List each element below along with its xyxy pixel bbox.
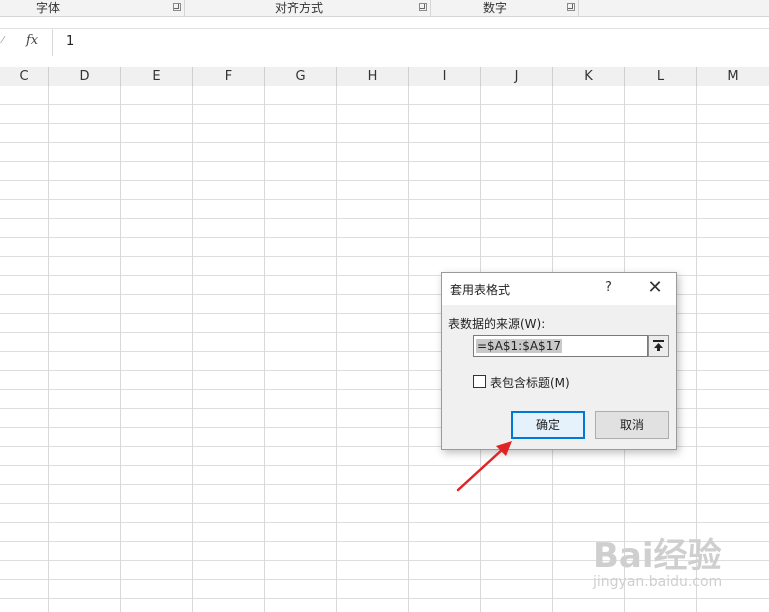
column-header-row: C D E F G H I J K L M — [0, 67, 769, 87]
format-as-table-dialog: 套用表格式 ? ✕ 表数据的来源(W): =$A$1:$A$17 表包含标题(M… — [441, 272, 677, 450]
column-header[interactable]: J — [481, 67, 553, 86]
column-header[interactable]: D — [49, 67, 121, 86]
column-header[interactable]: K — [553, 67, 625, 86]
range-select-icon — [653, 340, 664, 351]
watermark-logo: Bai经验 — [593, 536, 722, 576]
help-icon[interactable]: ? — [605, 280, 612, 295]
has-headers-checkbox[interactable] — [473, 375, 486, 388]
ribbon-group-alignment: 对齐方式 — [185, 0, 431, 16]
insert-function-icon[interactable]: fx — [26, 33, 38, 48]
dialog-launcher-icon[interactable] — [419, 3, 427, 11]
cancel-button[interactable]: 取消 — [595, 411, 669, 439]
column-header[interactable]: E — [121, 67, 193, 86]
ribbon-group-number: 数字 — [431, 0, 579, 16]
formula-bar-handle-icon[interactable]: ⁄ — [2, 35, 4, 46]
watermark-url: jingyan.baidu.com — [593, 574, 723, 590]
column-header[interactable]: H — [337, 67, 409, 86]
ribbon-group-label: 数字 — [483, 1, 508, 15]
column-header[interactable]: M — [697, 67, 769, 86]
dialog-launcher-icon[interactable] — [567, 3, 575, 11]
arrow-shaft — [456, 446, 506, 492]
annotation-arrow-icon — [456, 441, 512, 492]
ribbon-group-strip: 字体 对齐方式 数字 — [0, 0, 769, 17]
close-icon[interactable]: ✕ — [644, 277, 666, 299]
collapse-dialog-button[interactable] — [648, 335, 669, 357]
watermark: Bai经验 jingyan.baidu.com — [585, 528, 769, 612]
source-range-label: 表数据的来源(W): — [448, 317, 546, 331]
source-range-input[interactable]: =$A$1:$A$17 — [473, 335, 648, 357]
column-header[interactable]: L — [625, 67, 697, 86]
has-headers-label[interactable]: 表包含标题(M) — [490, 374, 570, 391]
column-header[interactable]: C — [0, 67, 49, 86]
dialog-launcher-icon[interactable] — [173, 3, 181, 11]
ribbon-group-label: 对齐方式 — [275, 1, 324, 15]
formula-input[interactable]: 1 — [66, 34, 74, 49]
dialog-titlebar[interactable]: 套用表格式 ? ✕ — [442, 273, 676, 305]
column-header[interactable]: G — [265, 67, 337, 86]
source-range-value: =$A$1:$A$17 — [476, 339, 562, 353]
formula-bar-buttons: ⁄ fx — [0, 29, 53, 56]
column-header[interactable]: F — [193, 67, 265, 86]
dialog-title: 套用表格式 — [450, 283, 511, 297]
ribbon-group-font: 字体 — [0, 0, 185, 16]
column-header[interactable]: I — [409, 67, 481, 86]
ribbon-group-label: 字体 — [36, 1, 61, 15]
formula-bar: ⁄ fx 1 — [0, 28, 769, 57]
ok-button[interactable]: 确定 — [511, 411, 585, 439]
